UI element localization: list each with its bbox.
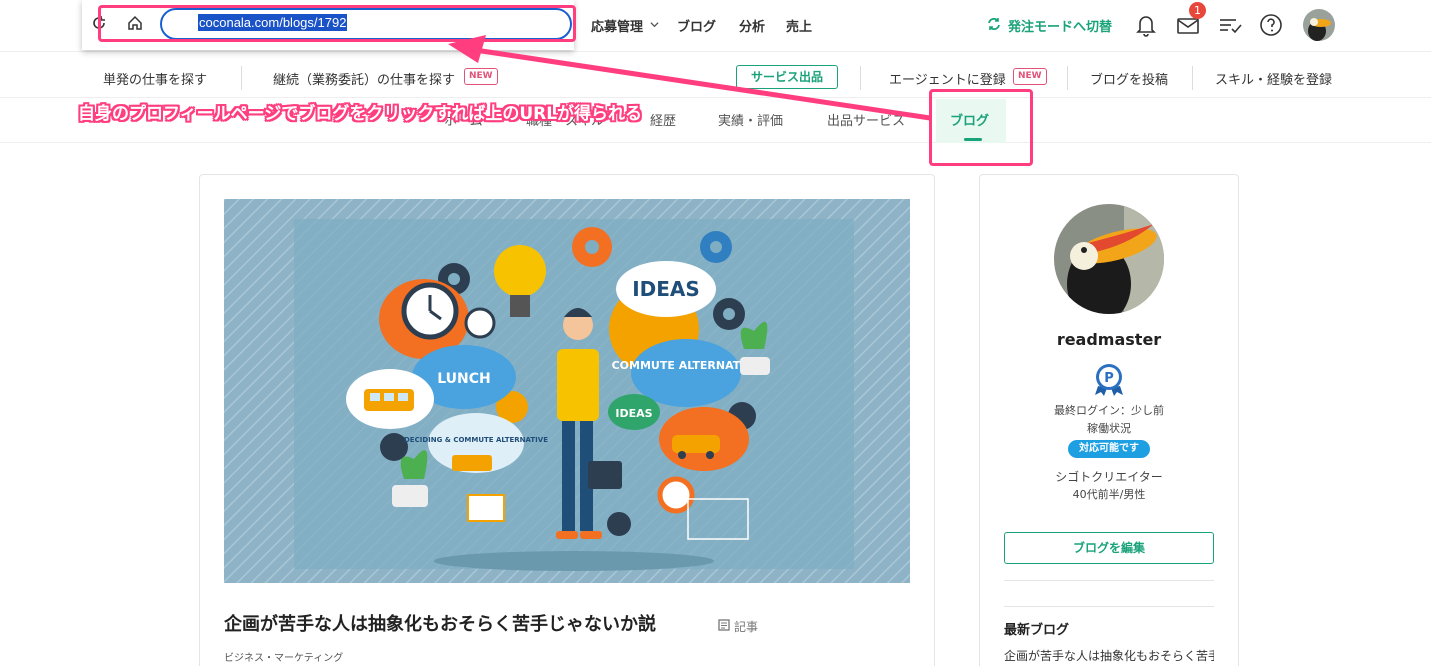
article-category[interactable]: ビジネス・マーケティング xyxy=(224,649,343,664)
status-label: 稼働状況 xyxy=(1087,422,1131,435)
profile-demographic: 40代前半/男性 xyxy=(1072,488,1146,501)
latest-blog-item[interactable]: 企画が苦手な人は抽象化もおそらく苦手じゃないか説 xyxy=(1004,647,1214,664)
article-icon xyxy=(718,619,730,631)
availability-badge: 対応可能です xyxy=(1068,440,1150,458)
latest-blog-heading: 最新ブログ xyxy=(1004,623,1070,638)
divider xyxy=(1004,580,1214,581)
divider xyxy=(1004,606,1214,607)
last-login: 最終ログイン：少し前 xyxy=(1054,404,1164,417)
rank-badge-icon: P xyxy=(1095,364,1123,396)
profile-title: シゴトクリエイター xyxy=(1055,470,1163,484)
lunch-label: LUNCH xyxy=(437,371,491,387)
profile-avatar[interactable] xyxy=(1054,204,1164,314)
username[interactable]: readmaster xyxy=(979,330,1239,349)
edit-blog-button[interactable]: ブログを編集 xyxy=(1004,532,1214,564)
ideas-label: IDEAS xyxy=(632,277,700,301)
commute-label: COMMUTE ALTERNATIVE xyxy=(612,359,761,372)
article-title[interactable]: 企画が苦手な人は抽象化もおそらく苦手じゃないか説 xyxy=(224,610,656,636)
article-type-label: 記事 xyxy=(734,620,759,634)
deciding-label: DECIDING & COMMUTE ALTERNATIVE xyxy=(404,436,548,444)
svg-text:P: P xyxy=(1104,371,1114,386)
ideas2-label: IDEAS xyxy=(615,407,652,420)
annotation-text: 自身のプロフィールページでブログをクリックすれば上のURLが得られる xyxy=(78,104,643,124)
article-hero-image[interactable]: IDEAS LUNCH COMMUTE ALTERNATIVE DECIDING… xyxy=(224,199,910,583)
